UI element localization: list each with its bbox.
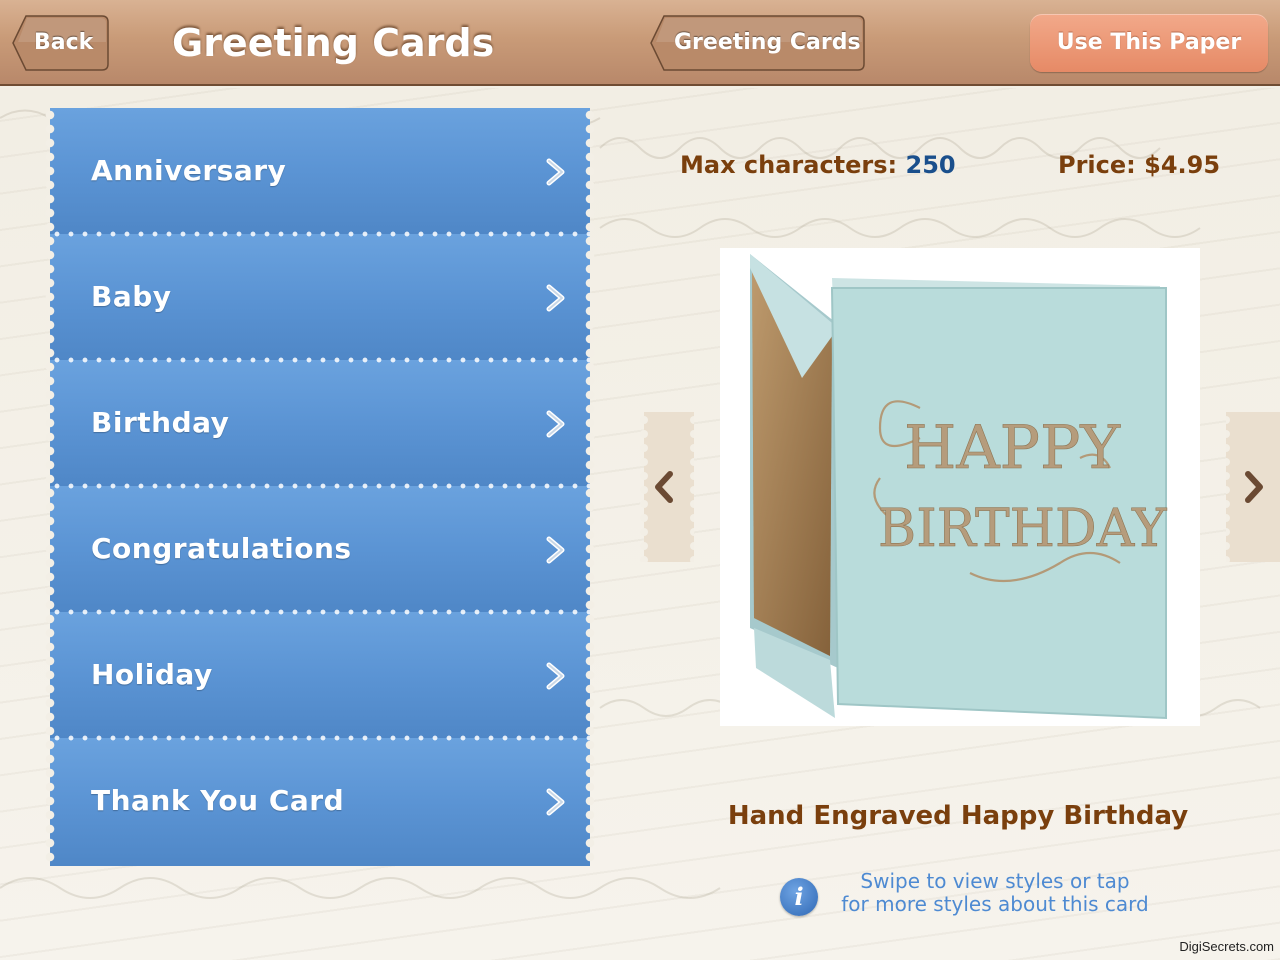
list-item-label: Thank You Card: [91, 784, 345, 817]
stamp-edge-right: [584, 108, 596, 866]
chevron-right-icon: [546, 536, 565, 564]
card-name: Hand Engraved Happy Birthday: [727, 801, 1189, 831]
breadcrumb-label: Greeting Cards: [674, 30, 861, 55]
perforation-divider: [50, 229, 590, 239]
happy-birthday-card-image: HAPPY BIRTHDAY: [750, 254, 1167, 720]
list-item-label: Anniversary: [91, 154, 287, 187]
max-characters-label: Max characters:: [680, 151, 898, 179]
list-item-congratulations[interactable]: Congratulations: [50, 486, 590, 612]
back-button-label: Back: [34, 30, 94, 55]
info-icon[interactable]: i: [780, 878, 818, 916]
swipe-hint[interactable]: i Swipe to view styles or tap for more s…: [780, 866, 1160, 926]
price-value: $4.95: [1144, 151, 1221, 179]
price: Price: $4.95: [1058, 150, 1220, 180]
hint-line-2: for more styles about this card: [841, 892, 1149, 916]
list-item-label: Holiday: [91, 658, 213, 691]
watermark-credit: DigiSecrets.com: [1179, 939, 1274, 954]
max-characters: Max characters: 250: [680, 150, 956, 180]
list-item-birthday[interactable]: Birthday: [50, 360, 590, 486]
hint-text: Swipe to view styles or tap for more sty…: [830, 870, 1160, 916]
chevron-right-icon: [546, 410, 565, 438]
top-navigation-bar: Back Greeting Cards Greeting Cards Use T…: [0, 0, 1280, 86]
list-item-thank-you-card[interactable]: Thank You Card: [50, 738, 590, 866]
back-button[interactable]: Back: [12, 14, 110, 72]
next-style-button[interactable]: [1222, 412, 1280, 564]
perforation-divider: [50, 733, 590, 743]
chevron-left-icon: [640, 412, 698, 564]
list-item-baby[interactable]: Baby: [50, 234, 590, 360]
category-list: Anniversary Baby Birthday Congratulation…: [44, 108, 596, 866]
chevron-right-icon: [546, 158, 565, 186]
greeting-cards-breadcrumb-button[interactable]: Greeting Cards: [650, 14, 866, 72]
chevron-right-icon: [546, 662, 565, 690]
use-this-paper-button[interactable]: Use This Paper: [1030, 14, 1268, 72]
list-item-label: Birthday: [91, 406, 230, 439]
perforation-divider: [50, 355, 590, 365]
list-item-holiday[interactable]: Holiday: [50, 612, 590, 738]
hint-line-1: Swipe to view styles or tap: [860, 869, 1130, 893]
perforation-divider: [50, 481, 590, 491]
card-line-happy: HAPPY: [904, 413, 1121, 483]
chevron-right-icon: [546, 284, 565, 312]
card-preview-image[interactable]: HAPPY BIRTHDAY: [720, 248, 1200, 726]
list-item-label: Baby: [91, 280, 172, 313]
previous-style-button[interactable]: [640, 412, 698, 564]
stamp-edge-left: [44, 108, 56, 866]
max-characters-value: 250: [905, 151, 956, 179]
chevron-right-icon: [1222, 412, 1280, 564]
price-label: Price:: [1058, 151, 1136, 179]
perforation-divider: [50, 607, 590, 617]
list-item-label: Congratulations: [91, 532, 352, 565]
chevron-right-icon: [546, 788, 565, 816]
card-line-birthday: BIRTHDAY: [878, 499, 1167, 559]
list-item-anniversary[interactable]: Anniversary: [50, 108, 590, 234]
page-title: Greeting Cards: [172, 21, 495, 65]
